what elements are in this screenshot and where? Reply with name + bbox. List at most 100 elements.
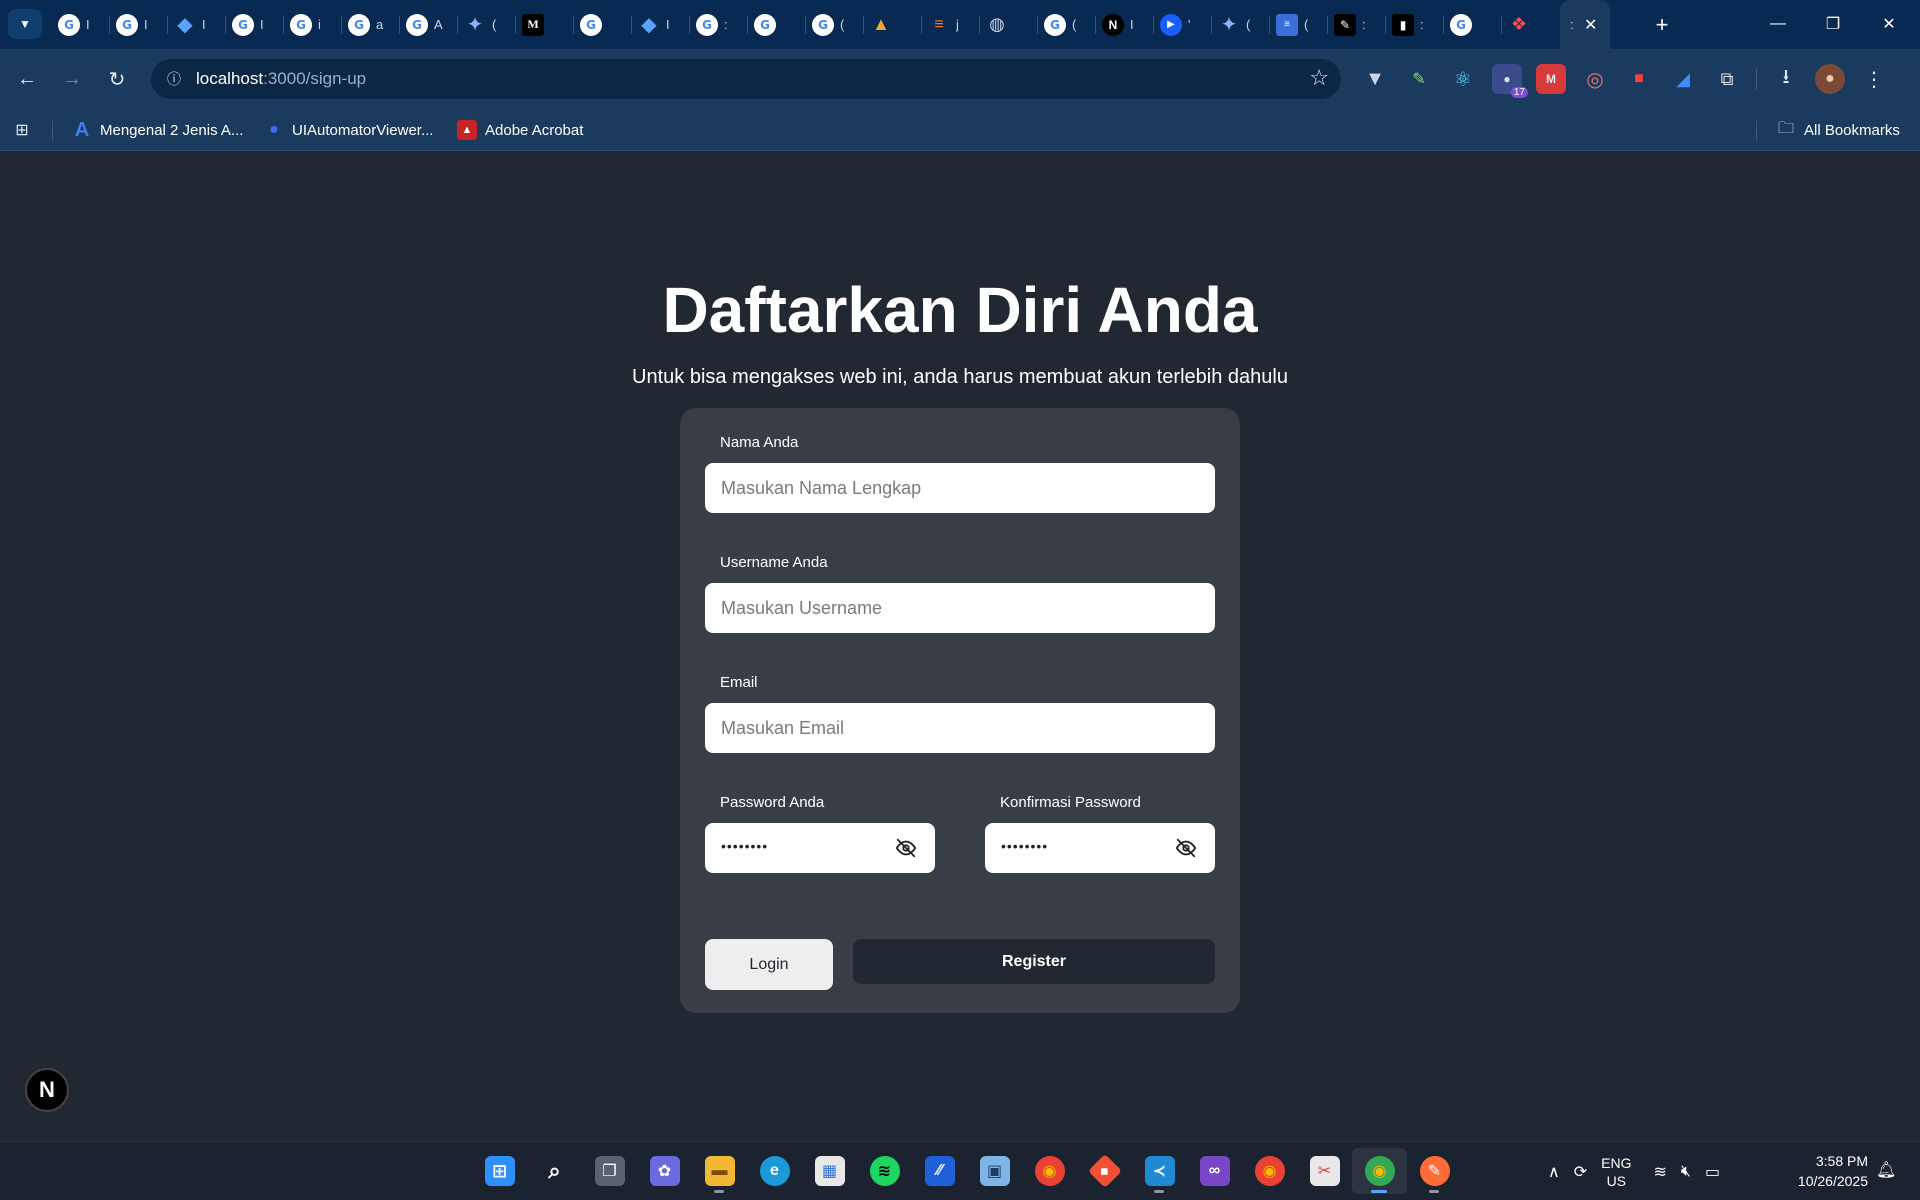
taskbar-item[interactable]: ◉	[1022, 1148, 1077, 1194]
tab[interactable]: GI	[110, 0, 168, 49]
tab[interactable]: ◆ I	[632, 0, 690, 49]
password-input[interactable]: ••••••••	[705, 823, 935, 873]
taskbar-item[interactable]: ✂	[1297, 1148, 1352, 1194]
menu-kebab-icon[interactable]: ⋮	[1859, 64, 1889, 94]
clock[interactable]: 3:58 PM 10/26/2025	[1772, 1151, 1868, 1191]
forward-button[interactable]: →	[56, 63, 88, 95]
tab[interactable]: Ga	[342, 0, 400, 49]
bookmark-star-icon[interactable]: ☆	[1309, 65, 1329, 91]
taskbar-item[interactable]: ≋	[857, 1148, 912, 1194]
taskbar-item[interactable]: ◆	[1077, 1148, 1132, 1194]
taskbar-item[interactable]: ▦	[802, 1148, 857, 1194]
tab[interactable]: ❖	[1502, 0, 1560, 49]
tab[interactable]: ≡ j	[922, 0, 980, 49]
bookmark-item[interactable]: A Mengenal 2 Jenis A...	[72, 118, 244, 142]
tab[interactable]: ◍	[980, 0, 1038, 49]
language-indicator[interactable]: ENG US	[1601, 1154, 1631, 1190]
taskbar-item[interactable]: ✿	[637, 1148, 692, 1194]
tab[interactable]: NI	[1096, 0, 1154, 49]
taskbar-item[interactable]: ▣	[967, 1148, 1022, 1194]
taskbar-item[interactable]: ▬	[692, 1148, 747, 1194]
eye-off-icon[interactable]	[895, 837, 917, 859]
tab[interactable]: ◆ I	[168, 0, 226, 49]
tab[interactable]: ▮:	[1386, 0, 1444, 49]
youtube-extension-icon[interactable]: ■	[1624, 64, 1654, 94]
taskbar-item[interactable]: ◉	[1242, 1148, 1297, 1194]
counter-extension-icon[interactable]: ● 17	[1492, 64, 1528, 98]
reload-button[interactable]: ↻	[101, 63, 133, 95]
tab[interactable]: ▶ '	[1154, 0, 1212, 49]
m-extension-icon[interactable]: M	[1536, 64, 1566, 94]
back-button[interactable]: ←	[11, 63, 43, 95]
new-tab-button[interactable]: +	[1648, 11, 1676, 39]
arrow-extension-icon[interactable]: ◢	[1668, 64, 1698, 94]
taskbar-item-active[interactable]: ◉	[1352, 1148, 1407, 1194]
tab[interactable]: ✦(	[458, 0, 516, 49]
eyedropper-extension-icon[interactable]: ✎	[1404, 64, 1434, 94]
tab-title: :	[1362, 17, 1366, 32]
register-button[interactable]: Register	[853, 939, 1215, 984]
tab[interactable]: ✦(	[1212, 0, 1270, 49]
download-icon[interactable]: ⭳	[1771, 64, 1801, 94]
wifi-icon[interactable]: ≋	[1653, 1162, 1666, 1182]
tab-title: i	[318, 17, 321, 32]
url-text[interactable]: localhost:3000/sign-up	[196, 69, 366, 89]
taskbar-item[interactable]: e	[747, 1148, 802, 1194]
taskbar-item[interactable]: ∞	[1187, 1148, 1242, 1194]
page-subtitle: Untuk bisa mengakses web ini, anda harus…	[632, 366, 1288, 388]
vue-extension-icon[interactable]: ▼	[1360, 64, 1390, 94]
login-button[interactable]: Login	[705, 939, 833, 990]
tab-search-button[interactable]: ▼	[8, 9, 42, 39]
username-input[interactable]	[705, 583, 1215, 633]
tab[interactable]: ✎:	[1328, 0, 1386, 49]
tab[interactable]: GA	[400, 0, 458, 49]
tab[interactable]: G(	[806, 0, 864, 49]
sync-icon[interactable]: ⟳	[1574, 1162, 1587, 1182]
site-info-icon[interactable]: ⓘ	[163, 68, 185, 90]
chevron-up-icon[interactable]: ∧	[1548, 1162, 1560, 1182]
window-close-button[interactable]: ✕	[1866, 10, 1912, 38]
close-icon[interactable]: ✕	[1584, 15, 1597, 35]
taskbar-item[interactable]: ≺	[1132, 1148, 1187, 1194]
email-input[interactable]	[705, 703, 1215, 753]
tab[interactable]: G	[748, 0, 806, 49]
taskbar-item[interactable]: ✎	[1407, 1148, 1462, 1194]
restore-button[interactable]: ❐	[1810, 10, 1856, 38]
all-bookmarks-button[interactable]: 🗀 All Bookmarks	[1776, 118, 1900, 142]
confirm-password-input[interactable]: ••••••••	[985, 823, 1215, 873]
tab[interactable]: G	[574, 0, 632, 49]
taskbar-item[interactable]: ⁄⁄	[912, 1148, 967, 1194]
tab[interactable]: ▲	[864, 0, 922, 49]
notification-bell-icon[interactable]: 🔔︎	[1876, 1160, 1896, 1180]
ring-extension-icon[interactable]: ◎	[1580, 64, 1610, 94]
taskbar-item[interactable]: ⌕	[527, 1148, 582, 1194]
tab[interactable]: G(	[1038, 0, 1096, 49]
apps-grid-icon[interactable]: ⊞	[12, 120, 32, 140]
eye-off-icon[interactable]	[1175, 837, 1197, 859]
name-input[interactable]	[705, 463, 1215, 513]
nextjs-dev-badge[interactable]: N	[25, 1068, 69, 1112]
react-extension-icon[interactable]: ⚛	[1448, 64, 1478, 94]
profile-avatar-icon[interactable]: ●	[1815, 64, 1845, 94]
tab[interactable]: M	[516, 0, 574, 49]
tab[interactable]: GI	[226, 0, 284, 49]
minimize-button[interactable]: —	[1755, 10, 1801, 38]
google-icon: G	[348, 13, 370, 36]
volume-muted-icon[interactable]: 🔇︎	[1681, 1163, 1691, 1181]
bookmark-item[interactable]: ● UIAutomatorViewer...	[264, 118, 433, 142]
bookmark-item[interactable]: ▲ Adobe Acrobat	[457, 118, 583, 142]
tab[interactable]: G	[1444, 0, 1502, 49]
tab[interactable]: Gi	[284, 0, 342, 49]
address-bar[interactable]: ⓘ localhost:3000/sign-up ☆	[151, 59, 1341, 99]
chrome-icon: ◉	[1034, 1156, 1065, 1186]
tab[interactable]: ≡(	[1270, 0, 1328, 49]
taskbar-item[interactable]: ⊞	[472, 1148, 527, 1194]
tab[interactable]: GI	[52, 0, 110, 49]
tab[interactable]: G:	[690, 0, 748, 49]
tab-title: a	[376, 17, 384, 32]
battery-icon[interactable]: ▭	[1705, 1162, 1720, 1182]
arrow-right-icon: →	[62, 67, 82, 90]
tab-active[interactable]: : ✕	[1560, 0, 1610, 49]
taskbar-item[interactable]: ❐	[582, 1148, 637, 1194]
puzzle-icon[interactable]: ⧉	[1712, 64, 1742, 94]
